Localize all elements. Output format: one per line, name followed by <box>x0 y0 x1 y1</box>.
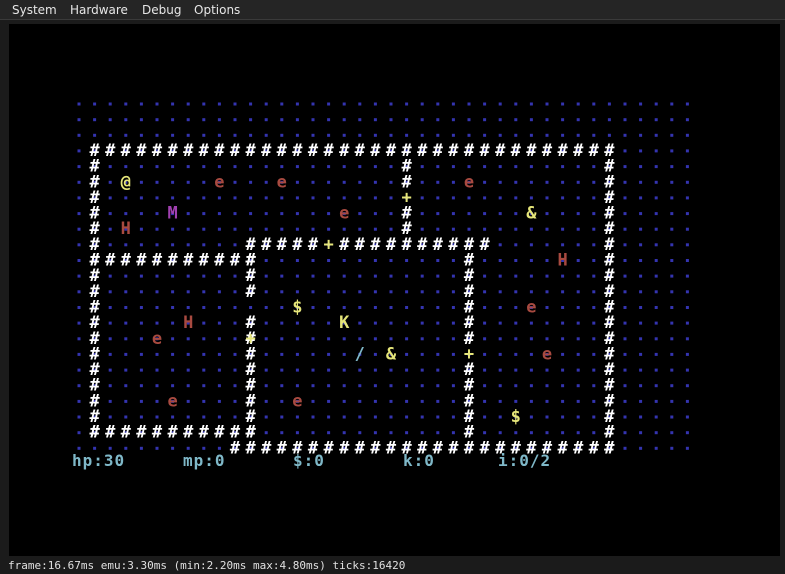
menu-options[interactable]: Options <box>194 1 240 19</box>
hud-keys: k:0 <box>403 451 435 470</box>
status-text: frame:16.67ms emu:3.30ms (min:2.20ms max… <box>8 559 406 572</box>
hud-hp: hp:30 <box>72 451 126 470</box>
emulator-screen[interactable] <box>9 24 780 556</box>
hud-gold: $:0 <box>293 451 325 470</box>
status-bar: frame:16.67ms emu:3.30ms (min:2.20ms max… <box>0 557 785 574</box>
menu-bar: System Hardware Debug Options <box>0 0 785 20</box>
menu-debug[interactable]: Debug <box>142 1 181 19</box>
menu-hardware[interactable]: Hardware <box>70 1 128 19</box>
menu-system[interactable]: System <box>12 1 57 19</box>
hud-mp: mp:0 <box>183 451 226 470</box>
hud-items: i:0/2 <box>498 451 552 470</box>
